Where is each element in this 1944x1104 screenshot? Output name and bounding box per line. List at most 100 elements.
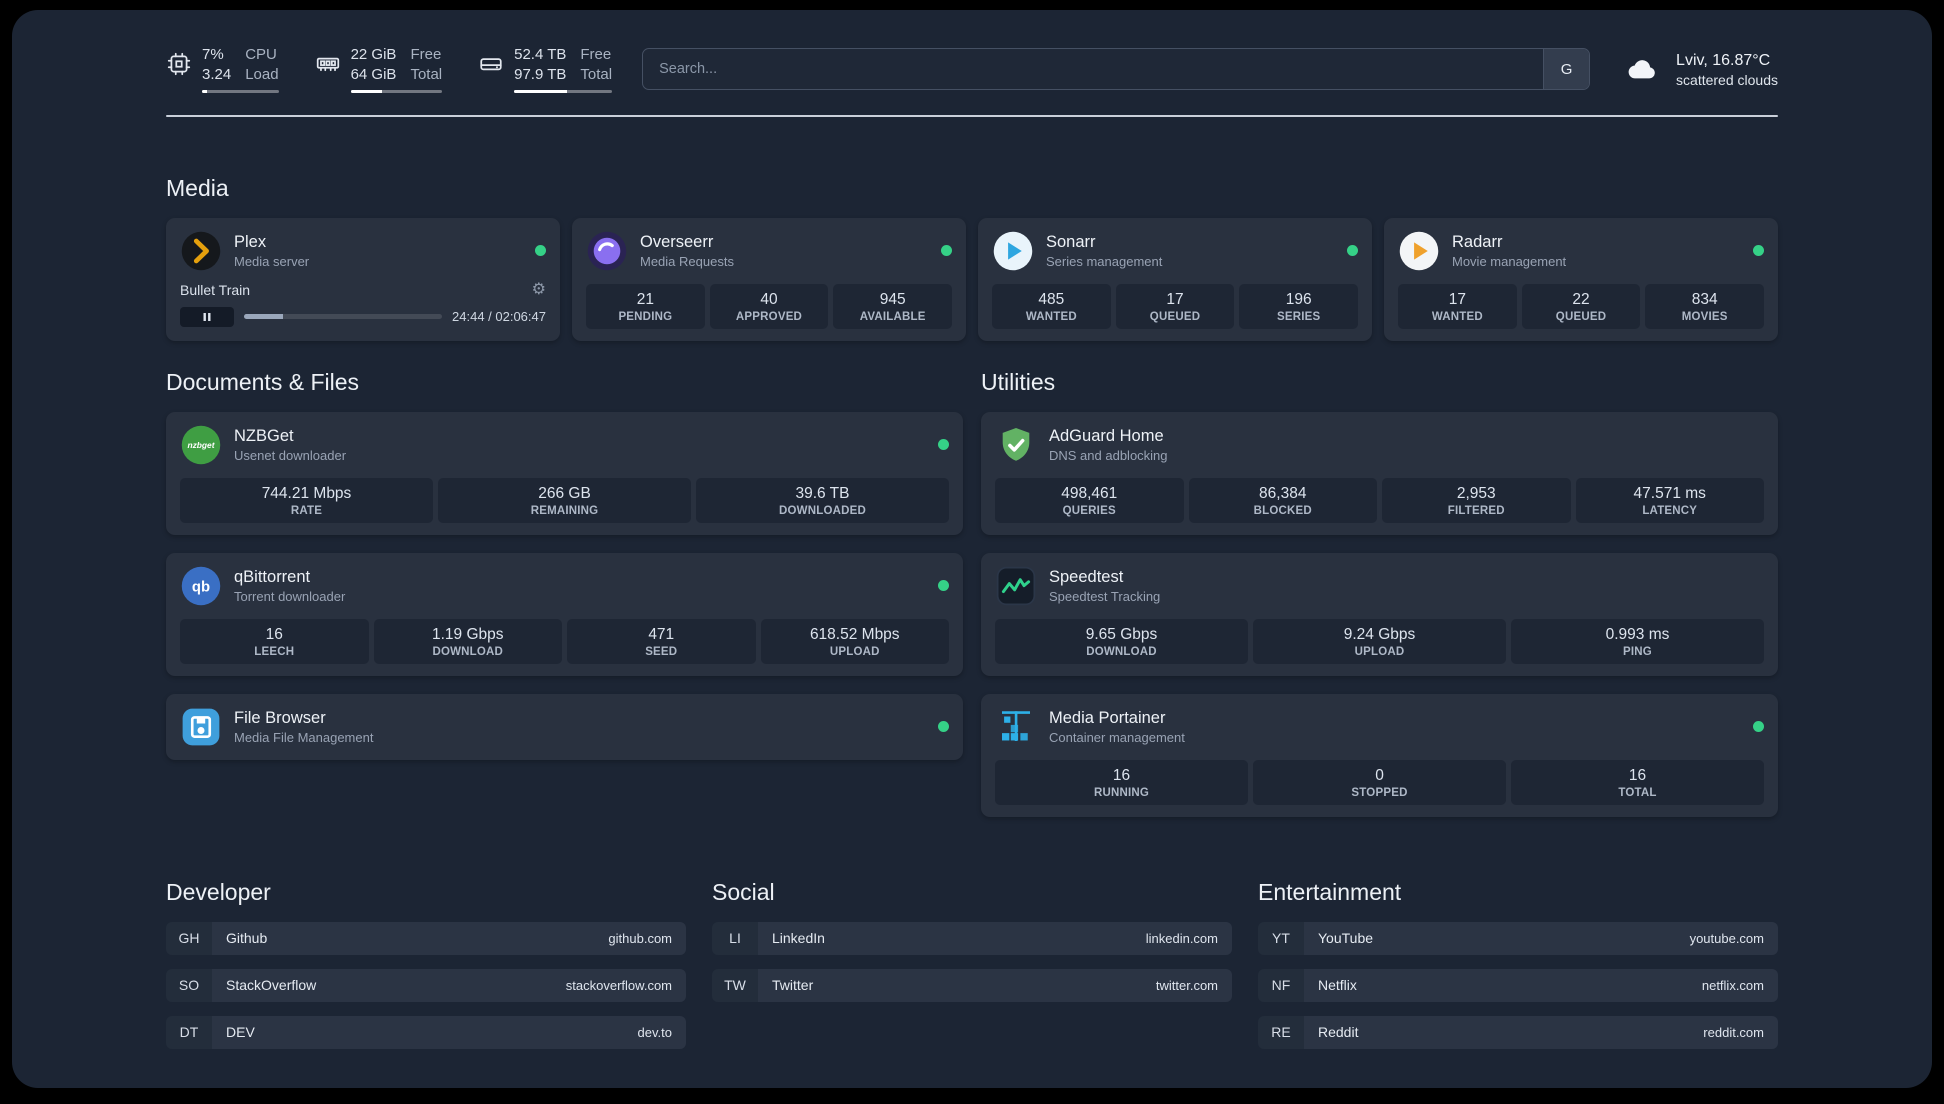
disk-usage-bar (514, 89, 613, 93)
stat-value: 9.65 Gbps (1085, 625, 1158, 643)
bookmark-abbr: RE (1258, 1015, 1304, 1049)
svg-text:nzbget: nzbget (187, 439, 215, 449)
cpu-usage-value: 7% (202, 46, 224, 63)
pause-button[interactable] (180, 306, 234, 327)
stat-value: 0.993 ms (1605, 625, 1670, 643)
bookmark-name: YouTube (1318, 930, 1374, 946)
now-playing-title: Bullet Train (180, 281, 251, 298)
stat-value: 471 (648, 625, 675, 643)
bookmark-domain: youtube.com (1689, 930, 1764, 946)
bookmark-reddit[interactable]: RE Reddit reddit.com (1258, 1015, 1778, 1049)
stat-label: APPROVED (735, 310, 803, 323)
service-name: File Browser (234, 708, 326, 727)
memory-monitor: 22 GiB Free 64 GiB Total (315, 46, 443, 93)
topbar-divider (166, 114, 1778, 117)
bookmark-abbr: LI (712, 921, 758, 955)
service-card-speedtest[interactable]: Speedtest Speedtest Tracking 9.65 Gbps D… (981, 552, 1778, 676)
speedtest-graph-icon (995, 565, 1037, 607)
search-provider-button[interactable]: G (1543, 49, 1590, 90)
bookmark-abbr: NF (1258, 968, 1304, 1002)
section-title-entertainment: Entertainment (1258, 878, 1402, 905)
status-dot (938, 721, 949, 732)
bookmark-name: LinkedIn (772, 930, 825, 946)
service-card-overseerr[interactable]: Overseerr Media Requests 21 PENDING 40 A… (572, 217, 966, 341)
stat-label: QUERIES (1062, 504, 1116, 517)
stat-block: 16 RUNNING (995, 759, 1248, 805)
stat-value: 0 (1375, 766, 1384, 784)
stat-value: 39.6 TB (795, 484, 850, 502)
overseerr-icon (586, 230, 628, 272)
stat-label: UPLOAD (1354, 645, 1405, 658)
bookmark-domain: github.com (608, 930, 672, 946)
section-title-utilities: Utilities (981, 368, 1056, 395)
weather-location: Lviv, 16.87°C (1676, 51, 1771, 69)
service-name: Speedtest (1049, 567, 1124, 586)
section-title-media: Media (166, 174, 229, 201)
service-name: Plex (234, 232, 267, 251)
service-card-radarr[interactable]: Radarr Movie management 17 WANTED 22 QUE… (1384, 217, 1778, 341)
bookmark-group-developer: Developer GH Github github.com SO StackO… (166, 879, 686, 1049)
service-card-filebrowser[interactable]: File Browser Media File Management (166, 693, 963, 760)
disk-monitor: 52.4 TB Free 97.9 TB Total (478, 46, 613, 93)
stat-label: QUEUED (1149, 310, 1201, 323)
stat-block: 17 WANTED (1398, 283, 1517, 329)
service-card-qbittorrent[interactable]: qb qBittorrent Torrent downloader 16 LEE… (166, 552, 963, 676)
service-name: Sonarr (1046, 232, 1096, 251)
stat-label: PING (1623, 645, 1652, 658)
memory-icon (315, 51, 341, 77)
service-name: Radarr (1452, 232, 1503, 251)
bookmark-linkedin[interactable]: LI LinkedIn linkedin.com (712, 921, 1232, 955)
service-card-adguard[interactable]: AdGuard Home DNS and adblocking 498,461 … (981, 411, 1778, 535)
stat-label: PENDING (618, 310, 673, 323)
stat-block: 47.571 ms LATENCY (1575, 477, 1764, 523)
stat-block: 22 QUEUED (1521, 283, 1641, 329)
bookmark-stackoverflow[interactable]: SO StackOverflow stackoverflow.com (166, 968, 686, 1002)
stat-block: 21 PENDING (586, 283, 705, 329)
stat-value: 485 (1038, 290, 1065, 308)
section-documents: Documents & Files nzbget NZBGet Usenet d… (166, 369, 963, 817)
status-dot (941, 245, 952, 256)
status-dot (938, 580, 949, 591)
bookmark-name: Github (226, 930, 268, 946)
memory-label-1: Free (410, 46, 442, 63)
memory-free-value: 22 GiB (350, 46, 397, 63)
stat-value: 266 GB (538, 484, 591, 502)
qbittorrent-icon: qb (180, 565, 222, 607)
stat-block: 17 QUEUED (1115, 283, 1235, 329)
playback-time: 24:44 / 02:06:47 (452, 309, 546, 324)
stat-label: UPLOAD (829, 645, 880, 658)
stat-block: 9.65 Gbps DOWNLOAD (995, 618, 1248, 664)
status-dot (1753, 721, 1764, 732)
topbar: 7% CPU 3.24 Load 22 GiB Free 64 GiB Tota… (166, 46, 1778, 93)
cpu-label-1: CPU (245, 46, 277, 63)
service-card-nzbget[interactable]: nzbget NZBGet Usenet downloader 744.21 M… (166, 411, 963, 535)
gear-icon[interactable]: ⚙ (532, 281, 546, 298)
stat-block: 0 STOPPED (1253, 759, 1506, 805)
search-input[interactable] (643, 49, 1544, 90)
section-utilities: Utilities AdGuard Home DNS and adblockin… (981, 369, 1778, 817)
cpu-load-value: 3.24 (202, 65, 232, 83)
memory-usage-bar (350, 89, 443, 93)
weather-widget: Lviv, 16.87°C scattered clouds (1620, 51, 1778, 88)
bookmark-domain: twitter.com (1155, 977, 1218, 993)
stat-label: QUEUED (1555, 310, 1607, 323)
memory-total-value: 64 GiB (350, 65, 397, 83)
stat-label: MOVIES (1681, 310, 1728, 323)
bookmark-name: DEV (226, 1024, 255, 1040)
bookmark-dev[interactable]: DT DEV dev.to (166, 1015, 686, 1049)
service-description: DNS and adblocking (1049, 447, 1168, 463)
bookmark-twitter[interactable]: TW Twitter twitter.com (712, 968, 1232, 1002)
bookmark-netflix[interactable]: NF Netflix netflix.com (1258, 968, 1778, 1002)
service-card-plex[interactable]: Plex Media server Bullet Train ⚙ 24:44 /… (166, 217, 560, 341)
service-card-portainer[interactable]: Media Portainer Container management 16 … (981, 693, 1778, 817)
bookmark-name: Twitter (772, 977, 814, 993)
disk-label-1: Free (580, 46, 612, 63)
stat-block: 40 APPROVED (709, 283, 829, 329)
stat-block: 39.6 TB DOWNLOADED (696, 477, 949, 523)
bookmark-youtube[interactable]: YT YouTube youtube.com (1258, 921, 1778, 955)
stat-label: SERIES (1276, 310, 1321, 323)
stat-value: 22 (1572, 290, 1590, 308)
service-card-sonarr[interactable]: Sonarr Series management 485 WANTED 17 Q… (978, 217, 1372, 341)
bookmark-github[interactable]: GH Github github.com (166, 921, 686, 955)
search-bar: G (642, 48, 1591, 91)
